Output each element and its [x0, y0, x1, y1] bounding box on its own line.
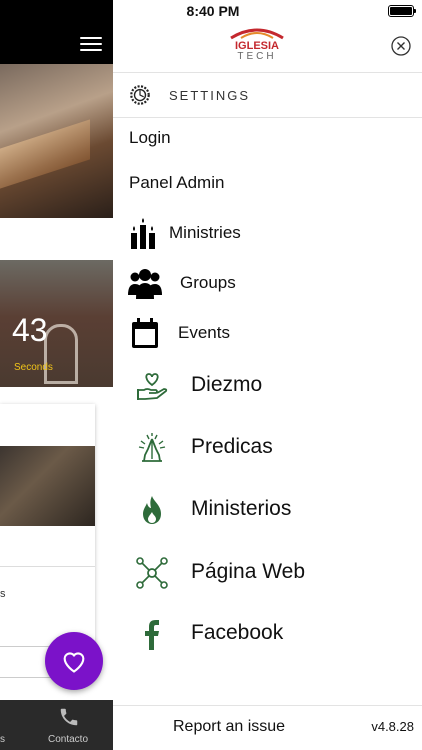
- hero-image: [0, 64, 113, 218]
- gear-icon: [130, 85, 150, 105]
- menu-item-pagina-web[interactable]: Página Web: [113, 550, 422, 600]
- countdown-unit: Seconds: [14, 362, 53, 373]
- menu-item-label: Groups: [180, 273, 236, 292]
- iglesia-tech-logo: IGLESIA TECH: [230, 28, 284, 62]
- menu-item-ministries[interactable]: Ministries: [113, 214, 422, 254]
- status-time: 8:40 PM: [186, 3, 240, 19]
- menu-item-label: Ministerios: [191, 497, 292, 520]
- menu-item-events[interactable]: Events: [113, 314, 422, 354]
- settings-label: SETTINGS: [169, 88, 251, 103]
- tab-contacto[interactable]: Contacto: [48, 734, 88, 745]
- side-drawer: 8:40 PM IGLESIA TECH SETTINGS Login Pane…: [113, 0, 422, 750]
- card-photo: [0, 446, 95, 526]
- settings-row[interactable]: SETTINGS: [113, 72, 422, 118]
- menu-item-groups[interactable]: Groups: [113, 264, 422, 304]
- content-card[interactable]: [0, 404, 95, 646]
- status-bar: 8:40 PM: [113, 0, 422, 22]
- hand-heart-icon: [137, 373, 168, 400]
- drawer-footer: Report an issue v4.8.28: [113, 705, 422, 750]
- menu-item-label: Predicas: [191, 435, 273, 458]
- calendar-icon: [132, 318, 158, 348]
- menu-item-panel-admin[interactable]: Panel Admin: [129, 173, 224, 193]
- logo-text-bottom: TECH: [237, 51, 276, 62]
- app-version: v4.8.28: [371, 719, 414, 734]
- countdown-banner: 43 Seconds: [0, 260, 113, 387]
- countdown-value: 43: [12, 312, 48, 348]
- battery-icon: [388, 5, 416, 17]
- tab-label-partial[interactable]: s: [0, 734, 5, 745]
- menu-item-label: Events: [178, 323, 230, 342]
- candles-icon: [131, 218, 155, 249]
- praying-hands-icon: [138, 433, 166, 462]
- phone-icon[interactable]: [58, 706, 80, 728]
- close-icon[interactable]: [391, 36, 411, 56]
- menu-item-predicas[interactable]: Predicas: [113, 425, 422, 475]
- menu-item-diezmo[interactable]: Diezmo: [113, 363, 422, 413]
- facebook-icon: [145, 620, 159, 650]
- donate-fab-button[interactable]: [45, 632, 103, 690]
- menu-item-label: Diezmo: [191, 373, 263, 396]
- people-icon: [128, 269, 162, 299]
- network-icon: [136, 557, 168, 589]
- flame-icon: [143, 496, 161, 524]
- bottom-tab-bar: s Contacto: [0, 700, 113, 750]
- card-text: s: [0, 588, 6, 600]
- heart-icon: [63, 652, 85, 673]
- background-app: 43 Seconds s s Contacto: [0, 0, 113, 750]
- menu-item-label: Ministries: [169, 223, 241, 242]
- menu-item-label: Página Web: [191, 560, 306, 583]
- menu-item-label: Facebook: [191, 621, 284, 644]
- menu-item-facebook[interactable]: Facebook: [113, 611, 422, 661]
- hamburger-menu-icon[interactable]: [80, 37, 102, 51]
- menu-item-login[interactable]: Login: [129, 128, 171, 148]
- report-issue-link[interactable]: Report an issue: [173, 718, 285, 736]
- card-divider: [0, 566, 95, 567]
- menu-item-ministerios[interactable]: Ministerios: [113, 487, 422, 537]
- app-top-bar: [0, 0, 113, 64]
- church-window-image: [44, 324, 78, 384]
